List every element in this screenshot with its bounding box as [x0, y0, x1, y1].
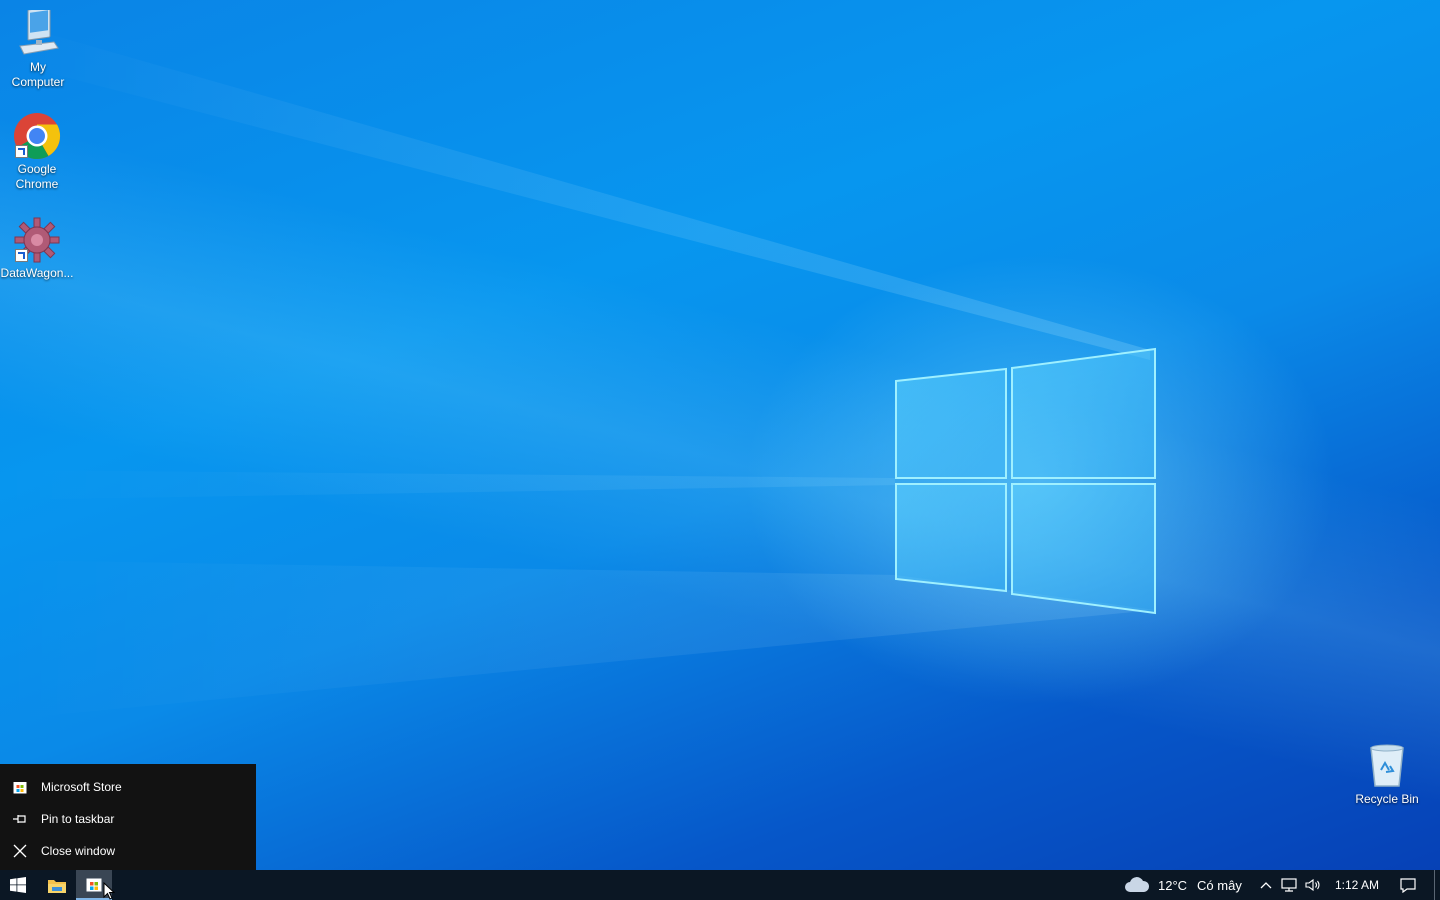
desktop-icon-label: Recycle Bin [1355, 792, 1419, 806]
wallpaper-art [0, 20, 1156, 720]
computer-icon [14, 6, 62, 58]
show-hidden-icons-button[interactable] [1256, 870, 1276, 900]
desktop-icon-label: Chrome [15, 177, 59, 191]
windows-logo-icon [10, 877, 26, 893]
network-icon [1281, 878, 1297, 892]
desktop-background[interactable]: My Computer Google Chrome DataWagon... R… [0, 0, 1440, 870]
pin-to-taskbar-label: Pin to taskbar [41, 812, 115, 826]
recycle-bin-icon [1363, 742, 1411, 790]
close-icon [12, 843, 28, 859]
weather-widget[interactable]: 12°C Có mây [1122, 870, 1248, 900]
desktop-icon-label: Google [17, 162, 57, 176]
desktop-icon-my-computer[interactable]: My Computer [0, 6, 76, 90]
desktop-icon-datawagon[interactable]: DataWagon... [0, 216, 75, 281]
desktop-icon-label: My [30, 60, 46, 74]
action-center-button[interactable] [1394, 870, 1422, 900]
close-window-menu-item[interactable]: Close window [0, 836, 256, 866]
weather-condition: Có mây [1197, 877, 1242, 893]
start-button[interactable] [0, 870, 36, 900]
weather-temperature: 12°C [1158, 877, 1188, 893]
file-explorer-taskbar-button[interactable] [38, 870, 76, 900]
network-tray-button[interactable] [1278, 870, 1300, 900]
chevron-up-icon [1260, 882, 1272, 889]
volume-tray-button[interactable] [1302, 870, 1324, 900]
pin-icon [12, 811, 28, 827]
notification-icon [1400, 877, 1416, 893]
desktop-icon-label: Computer [11, 75, 65, 89]
speaker-icon [1305, 878, 1320, 892]
desktop-icon-label: DataWagon... [0, 266, 74, 280]
desktop-icon-recycle-bin[interactable]: Recycle Bin [1349, 742, 1425, 807]
taskbar-jump-list: Microsoft Store Pin to taskbar Close win… [0, 764, 256, 870]
taskbar: 12°C Có mây 1:12 AM [0, 870, 1440, 900]
pin-to-taskbar-menu-item[interactable]: Pin to taskbar [0, 804, 256, 834]
jump-list-app-label: Microsoft Store [41, 780, 122, 794]
gear-icon [13, 216, 61, 264]
jump-list-item-microsoft-store[interactable]: Microsoft Store [0, 772, 256, 802]
microsoft-store-icon [12, 779, 28, 795]
cloud-icon [1125, 877, 1150, 892]
mouse-cursor-icon [103, 882, 115, 900]
show-desktop-button[interactable] [1434, 870, 1440, 900]
desktop-icon-google-chrome[interactable]: Google Chrome [0, 112, 75, 192]
close-window-label: Close window [41, 844, 116, 858]
chrome-icon [13, 112, 61, 160]
clock[interactable]: 1:12 AM [1335, 870, 1379, 900]
folder-icon [48, 879, 66, 893]
microsoft-store-icon [86, 878, 102, 892]
shortcut-arrow-icon [15, 249, 28, 262]
shortcut-arrow-icon [15, 145, 28, 158]
